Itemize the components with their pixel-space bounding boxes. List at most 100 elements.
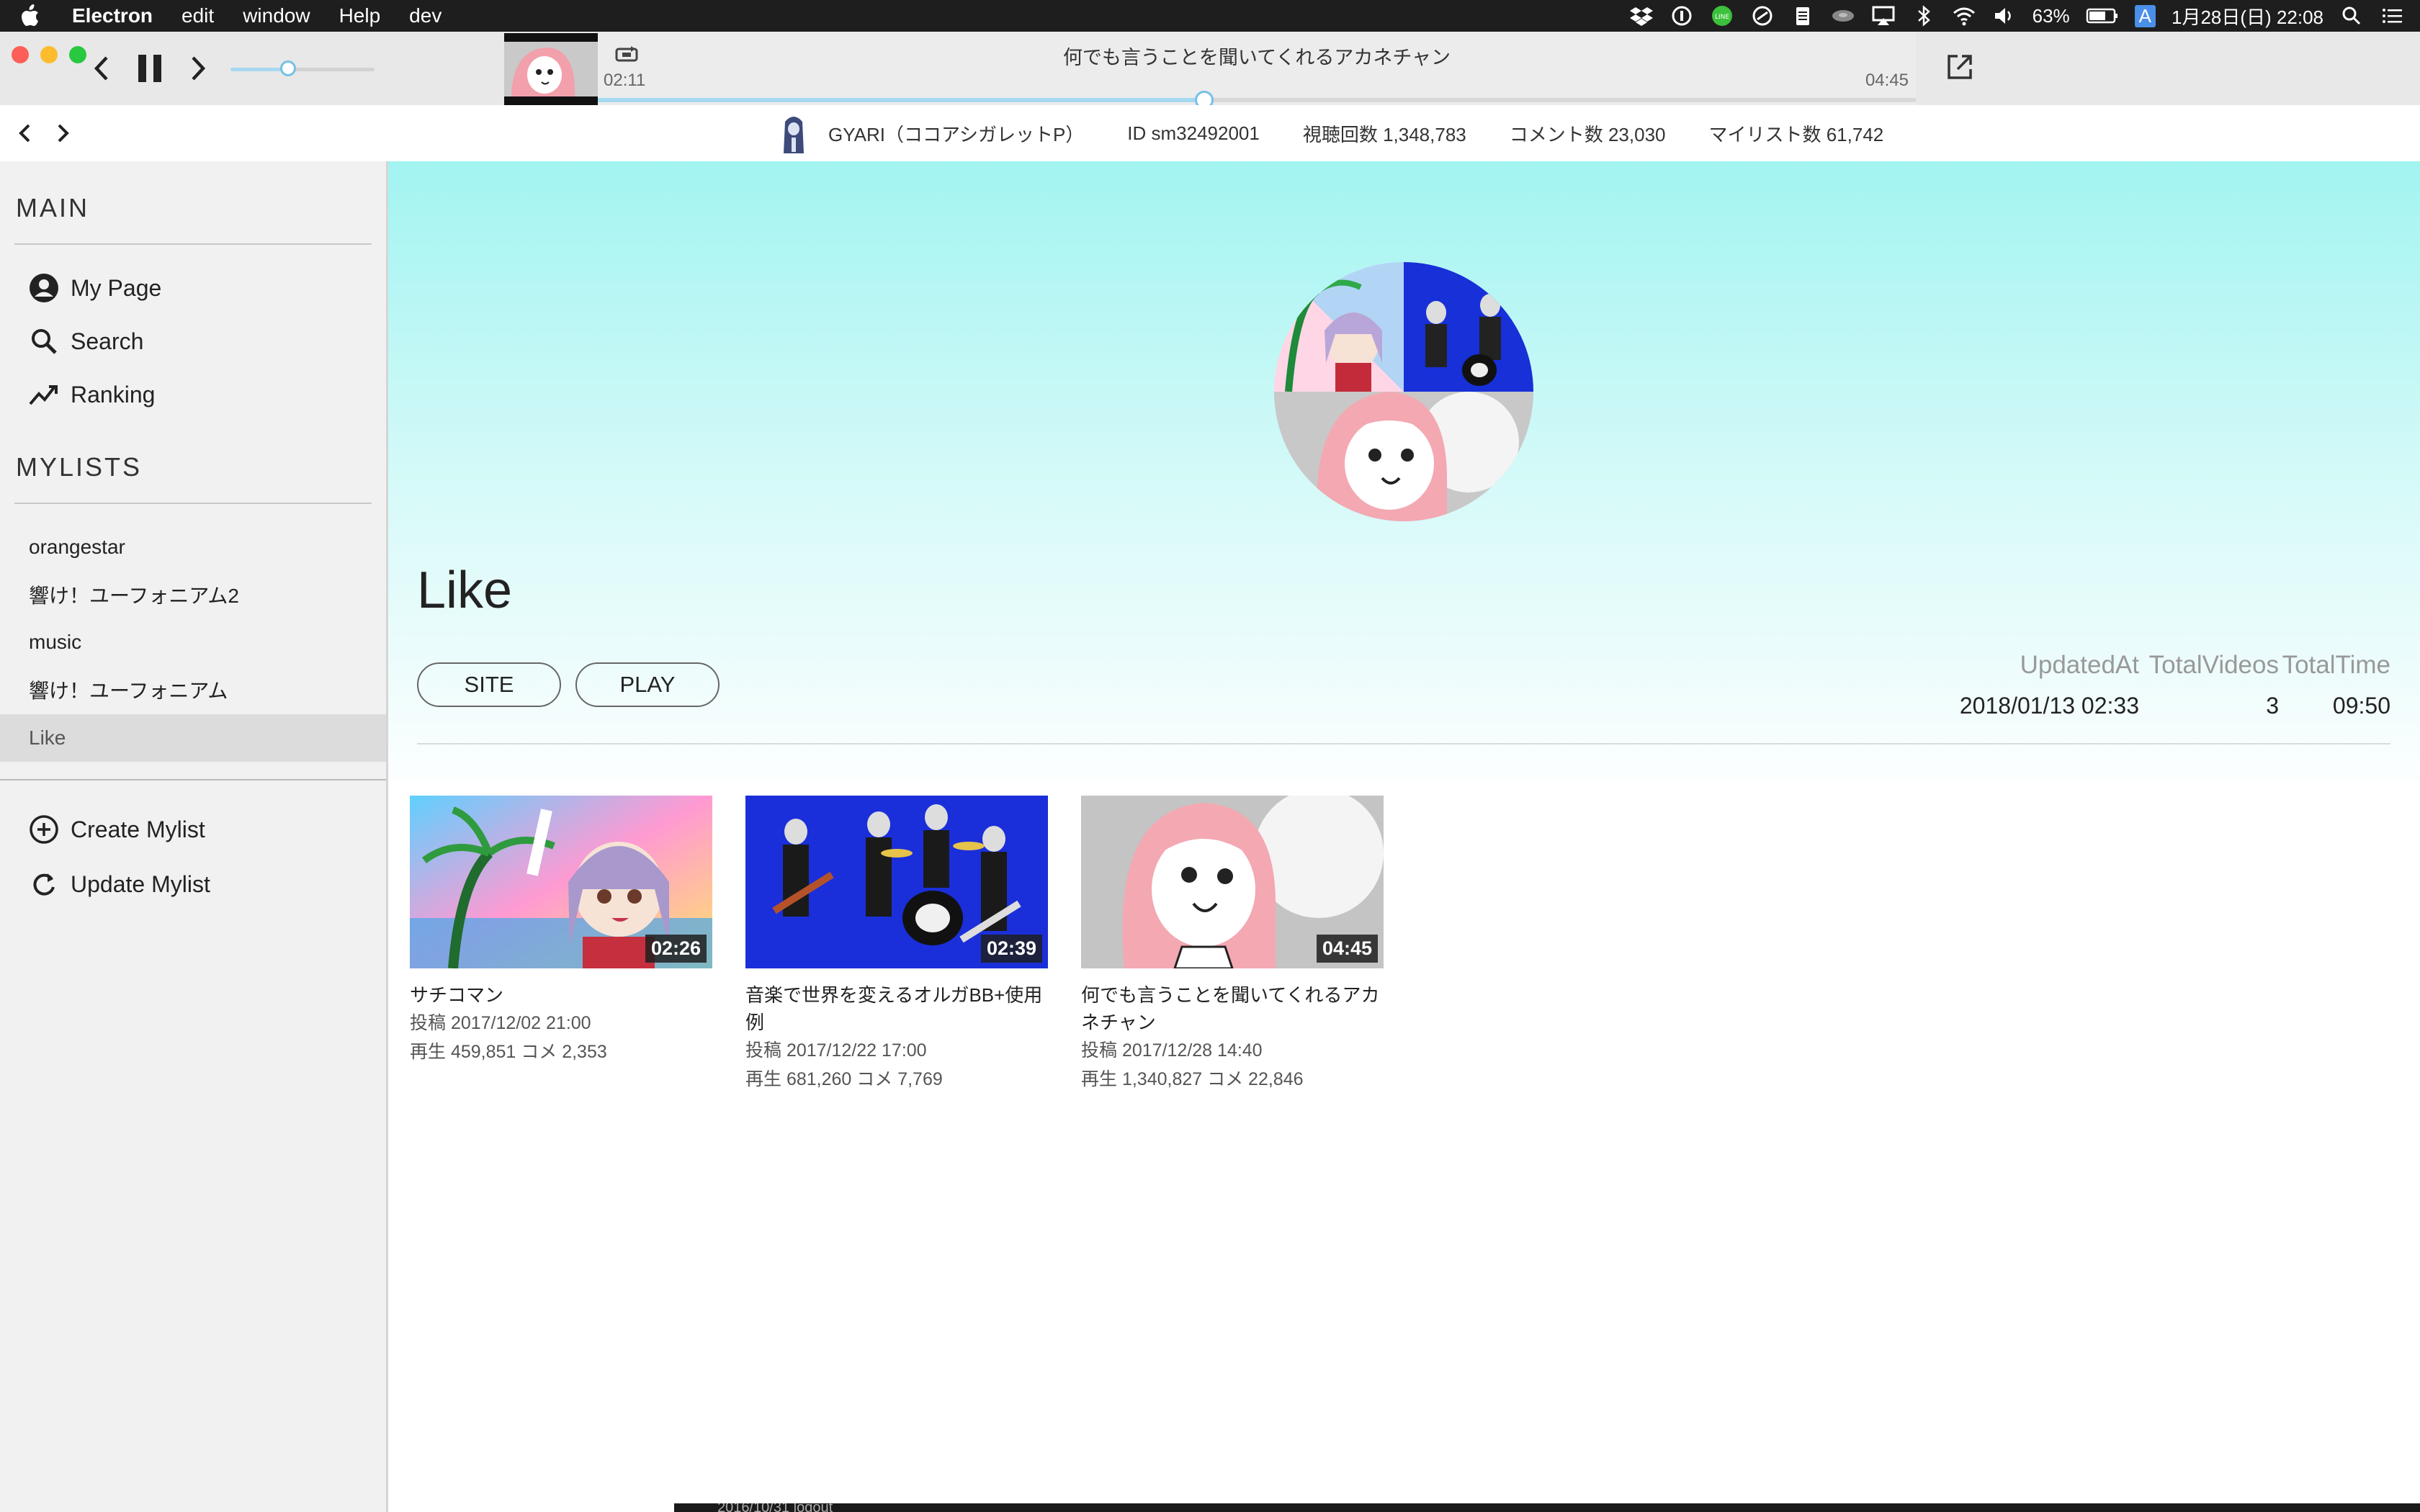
video-duration: 02:26 xyxy=(645,935,707,963)
forward-arrow-icon[interactable] xyxy=(52,121,73,145)
uploader-name[interactable]: GYARI（ココアシガレットP） xyxy=(828,120,1084,147)
account-circle-icon xyxy=(30,274,58,302)
input-method-indicator[interactable]: A xyxy=(2134,4,2156,27)
video-info: GYARI（ココアシガレットP） ID sm32492001 視聴回数 1,34… xyxy=(778,105,1927,161)
video-title[interactable]: サチコマン xyxy=(410,981,714,1009)
background-window-text: 2016/10/31 logout xyxy=(717,1503,833,1512)
mylist-item-euphonium-2[interactable]: 響け！ユーフォニアム2 xyxy=(0,571,386,618)
search-icon xyxy=(32,329,57,354)
video-duration: 04:45 xyxy=(1316,935,1378,963)
volume-knob[interactable] xyxy=(280,60,296,76)
main-divider xyxy=(14,243,372,245)
add-circle-icon xyxy=(30,815,58,844)
background-window: 2016/10/31 logout xyxy=(674,1503,2420,1512)
back-arrow-icon[interactable] xyxy=(14,121,36,145)
total-time: 04:45 xyxy=(1865,71,1909,90)
sidebar-item-label: Ranking xyxy=(71,381,156,408)
stat-total-videos: TotalVideos 3 xyxy=(2149,651,2279,719)
stat-total-time: TotalTime 09:50 xyxy=(2282,651,2390,719)
video-thumbnail[interactable]: 04:45 xyxy=(1081,796,1384,968)
video-card[interactable]: 04:45 何でも言うことを聞いてくれるアカネチャン 投稿 2017/12/28… xyxy=(1081,796,1385,1094)
seek-bar[interactable] xyxy=(598,91,1916,109)
spotlight-search-icon[interactable] xyxy=(2339,5,2364,27)
mylist-item-music[interactable]: music xyxy=(0,618,386,666)
menu-window[interactable]: window xyxy=(243,4,310,27)
header-divider xyxy=(417,743,2390,744)
uploader-avatar[interactable] xyxy=(778,112,810,155)
sidebar-item-search[interactable]: Search xyxy=(27,320,143,363)
open-external-icon[interactable] xyxy=(1945,52,1975,82)
video-posted: 投稿 2017/12/02 21:00 xyxy=(410,1013,591,1033)
video-posted: 投稿 2017/12/22 17:00 xyxy=(745,1040,927,1061)
pause-icon[interactable] xyxy=(134,52,166,85)
update-mylist-button[interactable]: Update Mylist xyxy=(27,863,210,906)
create-mylist-button[interactable]: Create Mylist xyxy=(27,808,205,851)
video-thumbnail[interactable]: 02:26 xyxy=(410,796,712,968)
stat-value: 3 xyxy=(2266,693,2279,719)
main-section-title: MAIN xyxy=(16,193,89,222)
mylist-view: Like SITE PLAY UpdatedAt 2018/01/13 02:3… xyxy=(388,161,2420,1508)
menu-help[interactable]: Help xyxy=(339,4,381,27)
mylist-title: Like xyxy=(417,562,513,619)
battery-icon[interactable] xyxy=(2086,5,2119,27)
video-info-bar: GYARI（ココアシガレットP） ID sm32492001 視聴回数 1,34… xyxy=(0,105,2420,162)
battery-percent: 63% xyxy=(2032,4,2070,27)
status-area: LINE 63% A 1月28日(日) 22:08 xyxy=(1629,0,2420,32)
seek-progress xyxy=(598,98,1204,102)
menu-clock[interactable]: 1月28日(日) 22:08 xyxy=(2172,3,2323,30)
notification-center-icon[interactable] xyxy=(2380,5,2404,27)
previous-track-icon[interactable] xyxy=(91,55,112,82)
dropbox-icon[interactable] xyxy=(1629,5,1654,27)
onepassword-icon[interactable] xyxy=(1670,5,1694,27)
clipboard-icon[interactable] xyxy=(1791,5,1815,27)
mylists-divider xyxy=(14,503,372,504)
current-time: 02:11 xyxy=(604,71,646,90)
sidebar-item-my-page[interactable]: My Page xyxy=(27,266,161,310)
menu-electron[interactable]: Electron xyxy=(72,4,153,27)
stat-label: TotalVideos xyxy=(2148,651,2279,679)
menu-dev[interactable]: dev xyxy=(409,4,442,27)
video-title[interactable]: 何でも言うことを聞いてくれるアカネチャン xyxy=(1081,981,1385,1036)
sidebar-item-label: My Page xyxy=(71,274,162,301)
sidebar-item-ranking[interactable]: Ranking xyxy=(27,373,155,416)
stat-label: UpdatedAt xyxy=(2020,651,2139,679)
line-icon[interactable]: LINE xyxy=(1710,5,1734,27)
mylist-item-like[interactable]: Like xyxy=(0,714,386,762)
play-button[interactable]: PLAY xyxy=(575,662,720,707)
video-title[interactable]: 音楽で世界を変えるオルガBB+使用例 xyxy=(745,981,1049,1036)
mylist-item-euphonium[interactable]: 響け！ユーフォニアム xyxy=(0,666,386,714)
trending-icon xyxy=(29,385,58,405)
wifi-icon[interactable] xyxy=(1952,5,1976,27)
menu-edit[interactable]: edit xyxy=(182,4,214,27)
next-track-icon[interactable] xyxy=(187,55,209,82)
mylist-count: マイリスト数 61,742 xyxy=(1708,123,1884,145)
now-playing-panel: 何でも言うことを聞いてくれるアカネチャン 02:11 04:45 xyxy=(598,32,1916,109)
video-thumbnail[interactable]: 02:39 xyxy=(745,796,1048,968)
volume-icon[interactable] xyxy=(1992,5,2017,27)
now-playing-title: 何でも言うことを聞いてくれるアカネチャン xyxy=(1062,47,1451,68)
mylist-header: Like SITE PLAY UpdatedAt 2018/01/13 02:3… xyxy=(388,161,2420,780)
window-close-button[interactable] xyxy=(12,46,29,63)
airplay-icon[interactable] xyxy=(1871,5,1896,27)
bluetooth-icon[interactable] xyxy=(1912,5,1936,27)
view-count: 視聴回数 1,348,783 xyxy=(1302,123,1466,145)
video-stats: 再生 459,851 コメ 2,353 xyxy=(410,1042,607,1062)
apple-icon[interactable] xyxy=(19,4,40,28)
window-minimize-button[interactable] xyxy=(40,46,58,63)
mylist-item-orangestar[interactable]: orangestar xyxy=(0,523,386,571)
video-posted: 投稿 2017/12/28 14:40 xyxy=(1081,1040,1263,1061)
site-button[interactable]: SITE xyxy=(417,662,561,707)
volume-slider[interactable] xyxy=(230,60,375,76)
now-playing-thumbnail[interactable] xyxy=(504,33,598,105)
mylist-cover-image xyxy=(1274,262,1533,521)
player-bar: 何でも言うことを聞いてくれるアカネチャン 02:11 04:45 xyxy=(0,32,2420,109)
create-mylist-label: Create Mylist xyxy=(71,816,205,842)
video-card[interactable]: 02:26 サチコマン 投稿 2017/12/02 21:00 再生 459,8… xyxy=(410,796,714,1066)
sync-status-icon[interactable] xyxy=(1750,5,1775,27)
disk-icon[interactable] xyxy=(1831,5,1855,27)
actions-divider xyxy=(0,779,386,780)
menu-bar: Electron edit window Help dev LINE 63% A… xyxy=(0,0,2420,32)
stat-label: TotalTime xyxy=(2282,651,2390,679)
window-maximize-button[interactable] xyxy=(69,46,86,63)
video-card[interactable]: 02:39 音楽で世界を変えるオルガBB+使用例 投稿 2017/12/22 1… xyxy=(745,796,1049,1094)
